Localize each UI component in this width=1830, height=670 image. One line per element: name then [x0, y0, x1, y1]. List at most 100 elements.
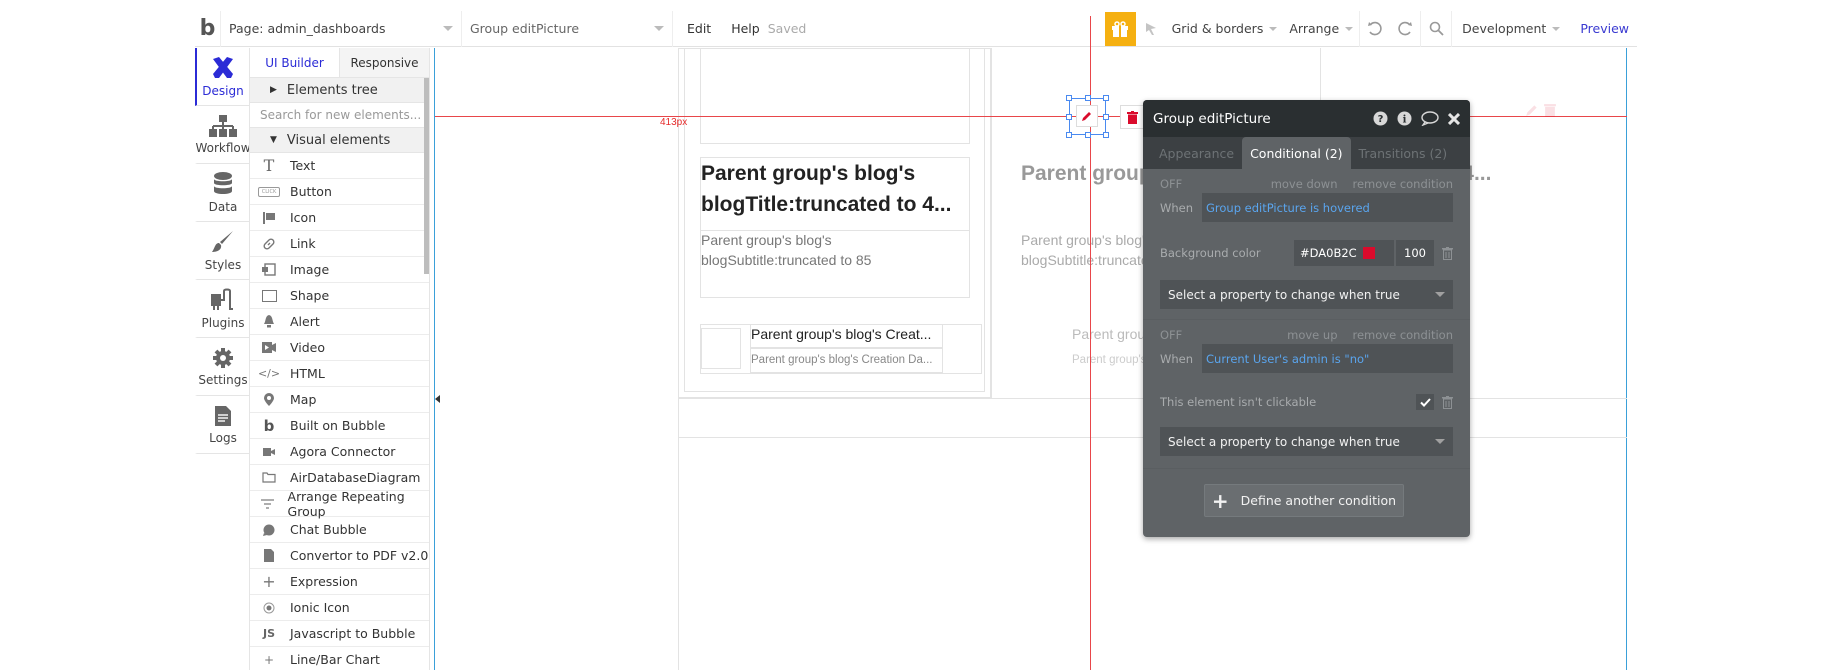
resize-handle[interactable]: [1103, 114, 1109, 120]
nav-styles[interactable]: Styles: [195, 222, 249, 280]
move-up-link[interactable]: move up: [1287, 328, 1337, 342]
resize-handle[interactable]: [1085, 95, 1091, 101]
elements-tree-toggle[interactable]: ▶ Elements tree: [250, 78, 429, 103]
element-item-text[interactable]: T Text: [250, 153, 429, 179]
nav-settings[interactable]: Settings: [195, 338, 249, 396]
element-label: Line/Bar Chart: [290, 652, 380, 667]
picture-group[interactable]: [700, 48, 970, 144]
element-item-link[interactable]: Link: [250, 231, 429, 257]
element-item-chat-bubble[interactable]: Chat Bubble: [250, 517, 429, 543]
resize-handle[interactable]: [1066, 95, 1072, 101]
element-item-alert[interactable]: Alert: [250, 309, 429, 335]
tab-appearance[interactable]: Appearance: [1151, 137, 1242, 169]
grid-borders-menu[interactable]: Grid & borders: [1166, 21, 1284, 36]
nav-plugins[interactable]: Plugins: [195, 280, 249, 338]
blog-title[interactable]: Parent group's blog's blogTitle:truncate…: [701, 158, 973, 220]
element-item-icon[interactable]: Icon: [250, 205, 429, 231]
cursor-icon[interactable]: [1136, 22, 1166, 36]
collapse-panel-icon[interactable]: [435, 395, 440, 403]
element-item-javascript-to-bubble[interactable]: JS Javascript to Bubble: [250, 621, 429, 647]
help-icon[interactable]: ?: [1373, 111, 1388, 126]
nav-design[interactable]: Design: [195, 48, 249, 106]
condition-expression[interactable]: Group editPicture is hovered: [1202, 193, 1453, 222]
blog-subtitle[interactable]: Parent group's blog's blogSubtitle:trunc…: [701, 230, 901, 270]
search-icon[interactable]: [1421, 21, 1451, 36]
remove-condition-link[interactable]: remove condition: [1353, 177, 1454, 191]
property-editor-header[interactable]: Group editPicture ? i: [1143, 100, 1470, 137]
trash-icon[interactable]: [1442, 395, 1453, 409]
element-item-map[interactable]: Map: [250, 387, 429, 413]
trash-icon[interactable]: [1442, 246, 1453, 260]
close-icon[interactable]: [1448, 112, 1460, 125]
creation-date[interactable]: Parent group's blog's Creation Da...: [751, 354, 932, 366]
element-label: Chat Bubble: [290, 522, 367, 537]
resize-handle[interactable]: [1103, 132, 1109, 138]
property-select[interactable]: Select a property to change when true: [1160, 427, 1453, 456]
creator-name[interactable]: Parent group's blog's Creat...: [751, 326, 931, 342]
element-item-html[interactable]: </> HTML: [250, 361, 429, 387]
not-clickable-checkbox[interactable]: [1416, 394, 1434, 410]
nav-label: Data: [208, 199, 238, 214]
menu-help[interactable]: Help: [725, 21, 768, 36]
nav-label: Design: [202, 83, 244, 98]
element-label: Icon: [290, 210, 317, 225]
nav-logs[interactable]: Logs: [195, 396, 249, 454]
arrange-menu[interactable]: Arrange: [1283, 21, 1359, 36]
define-another-condition-button[interactable]: + Define another condition: [1204, 484, 1404, 517]
resize-handle[interactable]: [1103, 95, 1109, 101]
environment-selector[interactable]: Development: [1452, 21, 1566, 36]
element-item-button[interactable]: CLICK Button: [250, 179, 429, 205]
remove-condition-link[interactable]: remove condition: [1353, 328, 1454, 342]
tab-transitions[interactable]: Transitions (2): [1351, 137, 1456, 169]
move-down-link[interactable]: move down: [1271, 177, 1338, 191]
element-item-arrange-repeating-group[interactable]: Arrange Repeating Group: [250, 489, 429, 519]
element-item-expression[interactable]: + Expression: [250, 569, 429, 595]
element-item-shape[interactable]: Shape: [250, 283, 429, 309]
tab-ui-builder[interactable]: UI Builder: [250, 48, 339, 77]
element-item-video[interactable]: Video: [250, 335, 429, 361]
preview-button[interactable]: Preview: [1566, 21, 1637, 36]
redo-icon[interactable]: [1390, 21, 1420, 37]
element-label: Video: [290, 340, 326, 355]
opacity-input[interactable]: 100: [1396, 240, 1434, 266]
element-selector[interactable]: Group editPicture: [462, 10, 673, 47]
nav-data[interactable]: Data: [195, 164, 249, 222]
condition-toggle[interactable]: OFF: [1160, 328, 1272, 342]
element-item-convertor-to-pdf[interactable]: Convertor to PDF v2.0: [250, 543, 429, 569]
creator-avatar[interactable]: [701, 328, 741, 369]
element-item-line-bar-chart[interactable]: + Line/Bar Chart: [250, 647, 429, 670]
element-item-agora-connector[interactable]: Agora Connector: [250, 439, 429, 465]
element-item-built-on-bubble[interactable]: b Built on Bubble: [250, 413, 429, 439]
chevron-down-icon: [654, 26, 664, 31]
menu-edit[interactable]: Edit: [673, 21, 725, 36]
elements-panel-scrollbar[interactable]: [424, 78, 429, 274]
resize-handle[interactable]: [1085, 132, 1091, 138]
condition-toggle[interactable]: OFF: [1160, 177, 1256, 191]
nav-label: Workflow: [195, 140, 251, 155]
condition-expression[interactable]: Current User's admin is "no": [1202, 344, 1453, 373]
color-swatch[interactable]: [1362, 247, 1375, 259]
nav-workflow[interactable]: Workflow: [195, 106, 251, 164]
resize-handle[interactable]: [1066, 132, 1072, 138]
comment-icon[interactable]: [1421, 111, 1439, 126]
element-search-input[interactable]: Search for new elements...: [250, 103, 429, 128]
bubble-logo-icon[interactable]: b: [195, 10, 221, 47]
element-item-airdatabasediagram[interactable]: AirDatabaseDiagram: [250, 465, 429, 491]
chevron-down-icon: [1269, 26, 1278, 31]
tab-responsive[interactable]: Responsive: [339, 48, 429, 77]
selection-box[interactable]: [1066, 95, 1109, 138]
delete-picture-button[interactable]: [1120, 105, 1144, 129]
background-color-input[interactable]: #DA0B2C: [1294, 240, 1394, 266]
page-selector[interactable]: Page: admin_dashboards: [221, 10, 462, 47]
gift-icon[interactable]: [1104, 11, 1136, 46]
plus-icon: +: [262, 572, 276, 591]
chevron-down-icon: [1345, 26, 1354, 31]
resize-handle[interactable]: [1066, 114, 1072, 120]
info-icon[interactable]: i: [1397, 111, 1412, 126]
undo-icon[interactable]: [1360, 21, 1390, 37]
element-item-image[interactable]: Image: [250, 257, 429, 283]
tab-conditional[interactable]: Conditional (2): [1242, 137, 1351, 169]
visual-elements-toggle[interactable]: ▼ Visual elements: [250, 128, 429, 153]
element-item-ionic-icon[interactable]: Ionic Icon: [250, 595, 429, 621]
property-select[interactable]: Select a property to change when true: [1160, 280, 1453, 309]
